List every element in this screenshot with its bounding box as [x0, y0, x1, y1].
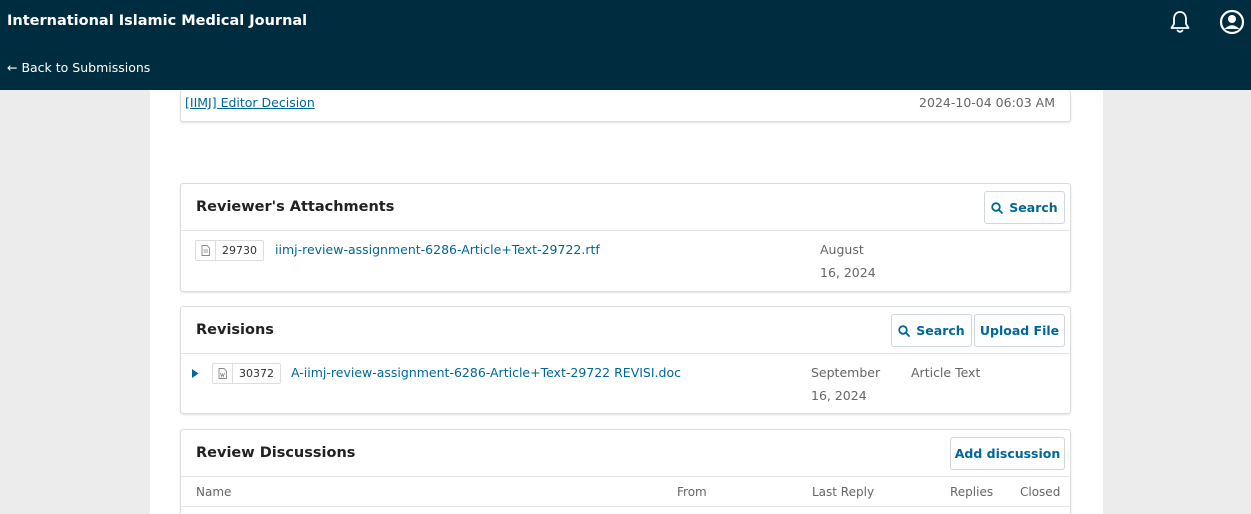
file-date-line2: 16, 2024 [811, 388, 867, 403]
column-header-closed: Closed [1020, 485, 1061, 499]
file-type: Article Text [911, 365, 981, 380]
review-discussions-title: Review Discussions [196, 445, 356, 461]
revisions-title: Revisions [196, 322, 274, 338]
file-document-icon [213, 364, 233, 383]
column-header-last-reply: Last Reply [812, 485, 875, 499]
reviewers-attachments-title: Reviewer's Attachments [196, 199, 395, 215]
add-discussion-button[interactable]: Add discussion [950, 437, 1065, 470]
column-header-replies: Replies [950, 485, 994, 499]
attachments-search-label: Search [1009, 200, 1058, 215]
file-name-link[interactable]: A-iimj-review-assignment-6286-Article+Te… [291, 365, 681, 380]
top-bar: International Islamic Medical Journal ← … [0, 0, 1251, 90]
revisions-search-label: Search [916, 323, 965, 338]
upload-file-button[interactable]: Upload File [974, 314, 1065, 347]
journal-title[interactable]: International Islamic Medical Journal [7, 13, 307, 29]
review-discussions-panel: Review Discussions Add discussion Name F… [180, 429, 1071, 514]
expand-row-arrow-icon[interactable] [192, 369, 199, 378]
file-id-badge: 29730 [195, 240, 264, 261]
notification-card: [IIMJ] Editor Decision 2024-10-04 06:03 … [180, 90, 1071, 122]
upload-file-label: Upload File [979, 323, 1060, 338]
file-date-line2: 16, 2024 [820, 265, 876, 280]
notification-subject-link[interactable]: [IIMJ] Editor Decision [185, 95, 315, 110]
search-icon [898, 324, 911, 337]
divider [181, 476, 1070, 477]
back-to-submissions-link[interactable]: ← Back to Submissions [7, 60, 150, 75]
file-date-line1: August [820, 242, 864, 257]
attachments-search-button[interactable]: Search [984, 191, 1065, 224]
file-id: 29730 [222, 244, 257, 257]
search-icon [991, 201, 1004, 214]
revisions-search-button[interactable]: Search [891, 314, 972, 347]
user-profile-icon[interactable] [1219, 9, 1245, 35]
divider [181, 353, 1070, 354]
notification-date: 2024-10-04 06:03 AM [919, 95, 1055, 110]
revisions-panel: Revisions Search Upload File 30372 A-iim… [180, 306, 1071, 414]
file-id-badge: 30372 [212, 363, 281, 384]
column-header-from: From [677, 485, 707, 499]
notifications-bell-icon[interactable] [1168, 9, 1192, 35]
file-id: 30372 [239, 367, 274, 380]
file-date-line1: September [811, 365, 881, 380]
reviewers-attachments-panel: Reviewer's Attachments Search 29730 iimj… [180, 183, 1071, 292]
divider [181, 506, 1070, 507]
column-header-name: Name [196, 485, 232, 499]
file-document-icon [196, 241, 216, 260]
divider [181, 230, 1070, 231]
file-name-link[interactable]: iimj-review-assignment-6286-Article+Text… [275, 242, 600, 257]
add-discussion-label: Add discussion [954, 446, 1061, 461]
